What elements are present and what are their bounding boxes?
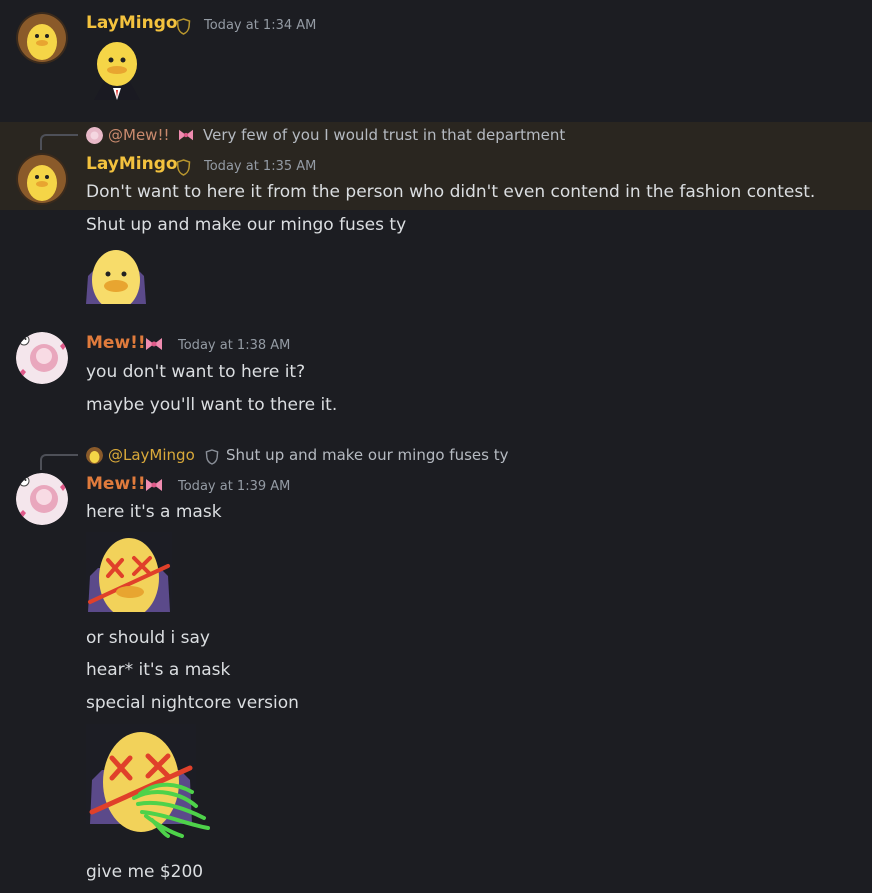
shield-icon — [176, 18, 191, 35]
message-text: maybe you'll want to there it. — [86, 395, 338, 415]
author-name[interactable]: Mew!! — [86, 333, 146, 353]
laymingo-avatar[interactable] — [16, 153, 68, 205]
reply-connector — [40, 134, 78, 150]
author-name[interactable]: LayMingo — [86, 154, 178, 174]
reply-mention[interactable]: @LayMingo — [108, 446, 195, 464]
message-text: give me $200 — [86, 862, 204, 882]
timestamp[interactable]: Today at 1:39 AM — [178, 479, 290, 494]
laymingo-mini-avatar[interactable] — [86, 447, 103, 464]
author-name[interactable]: LayMingo — [86, 13, 178, 33]
reply-preview[interactable]: @LayMingo — [108, 446, 195, 464]
laymingo-avatar[interactable] — [16, 12, 68, 64]
reply-text[interactable]: Shut up and make our mingo fuses ty — [226, 446, 508, 464]
message-text: hear* it's a mask — [86, 660, 231, 680]
message-text: or should i say — [86, 628, 210, 648]
mew-mini-avatar[interactable] — [86, 127, 103, 144]
shield-icon — [176, 159, 191, 176]
message-text: you don't want to here it? — [86, 362, 306, 382]
timestamp[interactable]: Today at 1:35 AM — [204, 159, 316, 174]
mew-avatar[interactable] — [16, 473, 68, 525]
bow-icon — [146, 338, 162, 350]
shield-icon — [205, 449, 219, 465]
author-name[interactable]: Mew!! — [86, 474, 146, 494]
reply-preview[interactable]: @Mew!! — [108, 126, 169, 144]
reply-connector — [40, 454, 78, 470]
reply-text[interactable]: Very few of you I would trust in that de… — [203, 126, 565, 144]
reply-mention[interactable]: @Mew!! — [108, 126, 169, 144]
message-text: Shut up and make our mingo fuses ty — [86, 215, 407, 235]
mingo-sticker[interactable] — [86, 246, 146, 304]
message-text: special nightcore version — [86, 693, 299, 713]
timestamp[interactable]: Today at 1:38 AM — [178, 338, 290, 353]
mew-avatar[interactable] — [16, 332, 68, 384]
mingo-mask-sticker[interactable] — [86, 532, 172, 612]
message-text: Don't want to here it from the person wh… — [86, 182, 816, 202]
bow-icon — [179, 129, 193, 141]
bow-icon — [146, 479, 162, 491]
message-text: here it's a mask — [86, 502, 222, 522]
mingo-nightcore-sticker[interactable] — [86, 724, 212, 838]
timestamp[interactable]: Today at 1:34 AM — [204, 18, 316, 33]
mingo-suit-sticker[interactable] — [86, 38, 148, 100]
